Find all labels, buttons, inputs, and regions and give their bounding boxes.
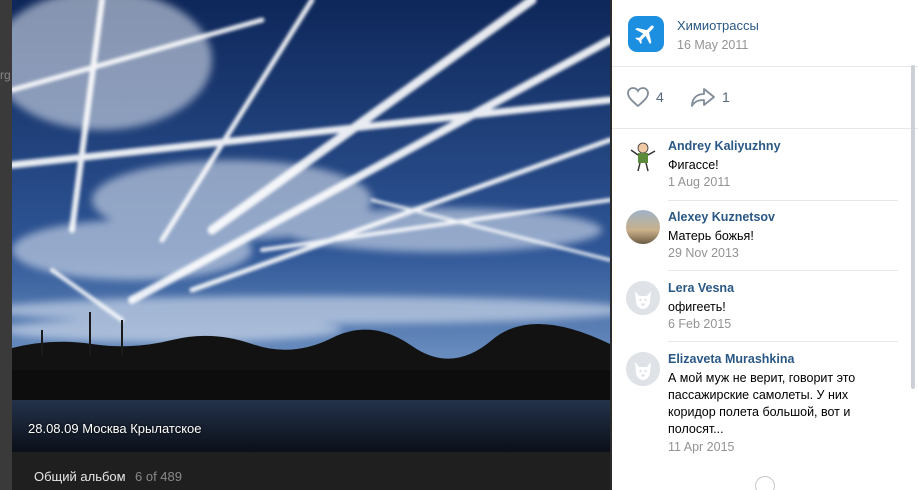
share-button[interactable]: 1: [690, 86, 730, 108]
airplane-icon: [635, 25, 654, 44]
default-dog-avatar[interactable]: [626, 281, 660, 315]
share-arrow-icon: [691, 88, 715, 107]
comment-author[interactable]: Lera Vesna: [668, 281, 734, 295]
cartoon-avatar[interactable]: [626, 139, 660, 173]
like-count: 4: [656, 89, 664, 105]
owner-name[interactable]: Химиотрассы: [677, 18, 759, 33]
share-count: 1: [722, 89, 730, 105]
comment-item: Lera Vesna офигееть! 6 Feb 2015: [612, 271, 912, 342]
comment-date[interactable]: 1 Aug 2011: [668, 175, 730, 189]
comment-date[interactable]: 29 Nov 2013: [668, 246, 739, 260]
comment-text: А мой муж не верит, говорит это пассажир…: [668, 371, 856, 436]
owner-header: Химиотрассы 16 May 2011: [612, 0, 918, 67]
comment-date[interactable]: 6 Feb 2015: [668, 317, 731, 331]
owner-avatar[interactable]: [628, 16, 664, 52]
comment-author[interactable]: Elizaveta Murashkina: [668, 352, 794, 366]
album-link[interactable]: Общий альбом: [34, 469, 126, 484]
comment-author[interactable]: Alexey Kuznetsov: [668, 210, 775, 224]
album-position: 6 of 489: [135, 469, 182, 484]
comment-text: Матерь божья!: [668, 229, 754, 243]
comment-author[interactable]: Andrey Kaliyuzhny: [668, 139, 781, 153]
comment-item: Elizaveta Murashkina А мой муж не верит,…: [612, 342, 912, 472]
loading-spinner-icon: [755, 476, 775, 490]
photo-image: [12, 0, 610, 452]
comment-item: Alexey Kuznetsov Матерь божья! 29 Nov 20…: [612, 200, 912, 271]
scrollbar[interactable]: [911, 65, 915, 389]
photo-caption: 28.08.09 Москва Крылатское: [28, 421, 202, 436]
background-clip-text: rg: [0, 68, 11, 82]
info-panel: Химиотрассы 16 May 2011 4 1 Andrey Kaliy…: [612, 0, 918, 490]
default-dog-avatar[interactable]: [626, 352, 660, 386]
comment-text: офигееть!: [668, 300, 726, 314]
heart-icon: [627, 87, 649, 108]
comment-text: Фигассе!: [668, 158, 719, 172]
comment-item: Andrey Kaliyuzhny Фигассе! 1 Aug 2011: [612, 129, 912, 201]
photo-avatar[interactable]: [626, 210, 660, 244]
post-date: 16 May 2011: [677, 38, 749, 52]
photo-footer: Общий альбом 6 of 489: [12, 452, 610, 490]
photo-viewer[interactable]: 28.08.09 Москва Крылатское Общий альбом …: [12, 0, 610, 490]
like-button[interactable]: 4: [626, 86, 664, 108]
comment-date[interactable]: 11 Apr 2015: [668, 440, 735, 454]
actions-bar: 4 1: [612, 66, 918, 129]
